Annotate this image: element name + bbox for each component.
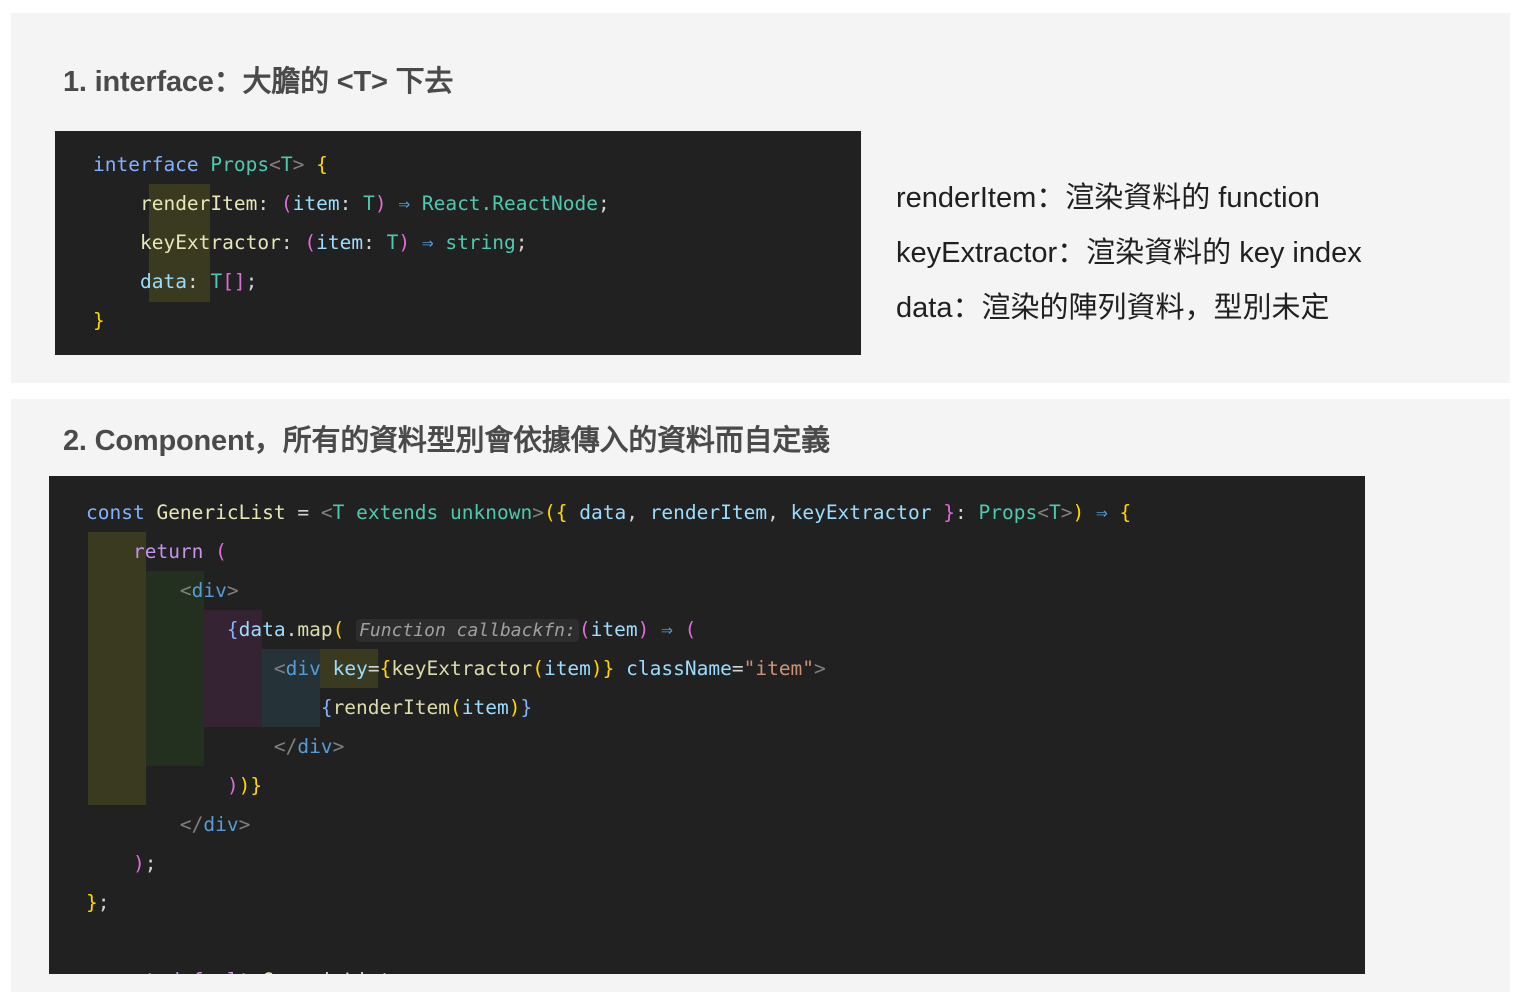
code-line: </div>	[179, 813, 251, 836]
code-line: </div>	[273, 735, 345, 758]
annotation-item: data：渲染的陣列資料，型別未定	[896, 292, 1330, 324]
code-line: renderItem: (item: T) ⇒ React.ReactNode;	[139, 192, 610, 215]
code-line: return (	[132, 540, 227, 563]
code-line: data: T[];	[139, 270, 258, 293]
code-line: keyExtractor: (item: T) ⇒ string;	[139, 231, 528, 254]
code-block-component[interactable]: const GenericList = <T extends unknown>(…	[49, 476, 1365, 974]
code-line: <div>	[179, 579, 239, 602]
code-line: };	[86, 891, 110, 914]
annotation-item: keyExtractor：渲染資料的 key index	[896, 237, 1362, 269]
annotation-list: renderItem：渲染資料的 function keyExtractor：渲…	[896, 171, 1496, 336]
code-line: );	[132, 852, 157, 875]
code-line: ))}	[226, 774, 263, 797]
section-interface: 1. interface：大膽的 <T> 下去 interface Props<…	[11, 13, 1510, 383]
code-line: {data.map( Function callbackfn: (item) ⇒ …	[226, 618, 697, 642]
inlay-hint: Function callbackfn:	[356, 619, 579, 642]
page-title-component: 2. Component，所有的資料型別會依據傳入的資料而自定義	[63, 425, 830, 457]
code-line: {renderItem(item)}	[320, 696, 533, 719]
section-component: 2. Component，所有的資料型別會依據傳入的資料而自定義 const G…	[11, 399, 1510, 992]
code-line: }	[93, 309, 105, 332]
code-line: <div key={keyExtractor(item)} className=…	[273, 657, 826, 680]
page-title-interface: 1. interface：大膽的 <T> 下去	[63, 66, 454, 98]
code-block-interface[interactable]: interface Props<T> { renderItem: (item: …	[55, 131, 861, 355]
annotation-item: renderItem：渲染資料的 function	[896, 182, 1320, 214]
code-line: interface Props<T> {	[93, 153, 328, 176]
code-line: const GenericList = <T extends unknown>(…	[86, 501, 1132, 524]
code-line: export default GenericList;	[49, 961, 1365, 974]
page-root: 1. interface：大膽的 <T> 下去 interface Props<…	[0, 0, 1521, 1006]
